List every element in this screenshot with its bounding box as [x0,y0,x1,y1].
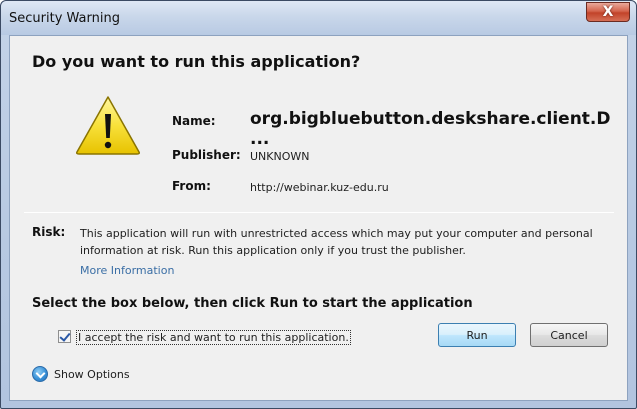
risk-description: This application will run with unrestric… [80,227,593,257]
select-instruction: Select the box below, then click Run to … [32,296,473,311]
run-button[interactable]: Run [438,323,516,347]
publisher-label: Publisher: [172,148,241,162]
warning-triangle-icon [76,96,140,155]
window-title: Security Warning [9,11,120,26]
show-options-link[interactable]: Show Options [54,368,130,381]
from-value: http://webinar.kuz-edu.ru [250,181,389,194]
dialog-heading: Do you want to run this application? [32,52,361,71]
dialog-content: Do you want to run this application? Nam… [9,35,628,401]
more-information-link[interactable]: More Information [80,264,174,277]
cancel-button[interactable]: Cancel [530,323,608,347]
publisher-value: UNKNOWN [250,150,310,163]
from-label: From: [172,179,211,193]
close-button[interactable]: X [586,2,630,22]
application-name: org.bigbluebutton.deskshare.client.D ... [250,109,611,149]
security-warning-window: Security Warning X Do you want to run th… [0,0,637,409]
name-label: Name: [172,114,216,128]
close-icon: X [602,4,614,20]
divider [24,212,614,213]
accept-risk-label[interactable]: I accept the risk and want to run this a… [76,330,351,345]
accept-risk-checkbox[interactable] [58,330,71,343]
risk-label: Risk: [32,225,66,239]
title-bar[interactable]: Security Warning X [1,1,636,35]
chevron-down-icon[interactable] [32,366,48,382]
